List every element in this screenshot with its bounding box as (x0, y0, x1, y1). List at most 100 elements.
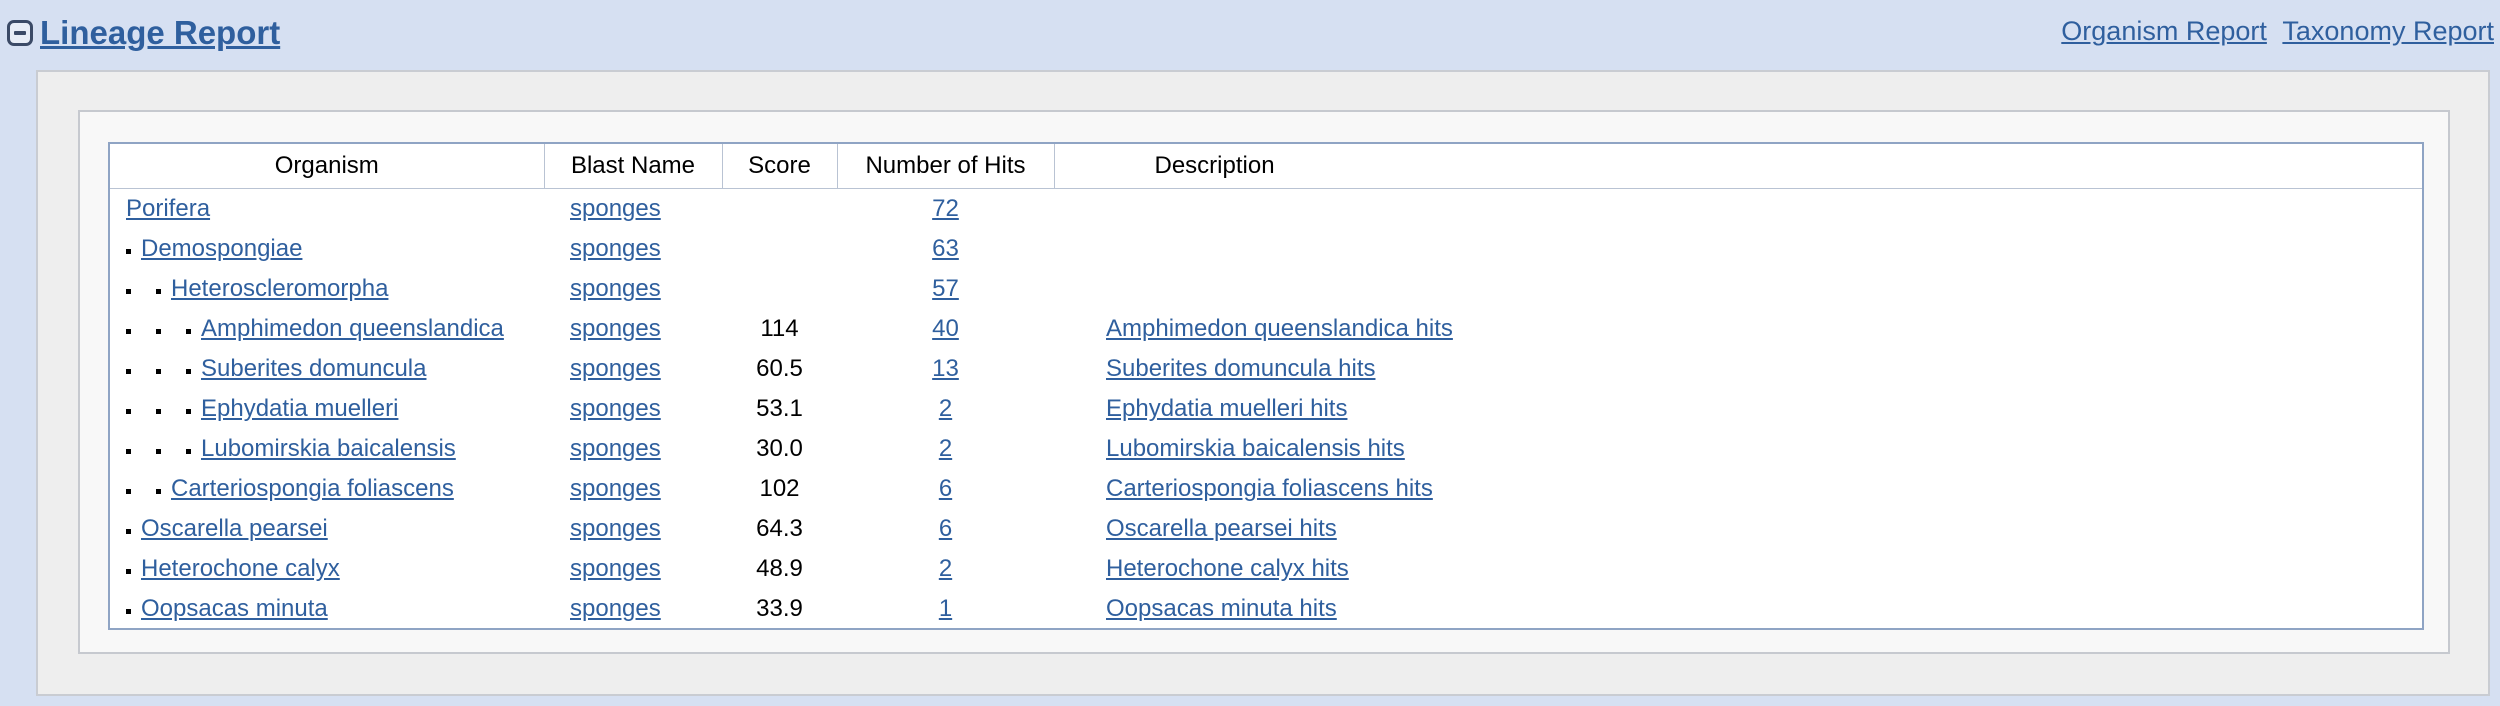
blast-name-link[interactable]: sponges (570, 475, 661, 502)
organism-cell: Demospongiae (110, 229, 544, 269)
organism-cell: Oopsacas minuta (110, 589, 544, 629)
organism-link[interactable]: Suberites domuncula (201, 355, 426, 382)
description-link[interactable]: Ephydatia muelleri hits (1106, 395, 1347, 422)
organism-cell: Ephydatia muelleri (110, 389, 544, 429)
taxonomy-report-link[interactable]: Taxonomy Report (2282, 16, 2494, 46)
blast-name-cell: sponges (544, 589, 722, 629)
hits-link[interactable]: 6 (939, 515, 952, 542)
table-row: Lubomirskia baicalensis sponges 30.0 2 Lubom… (110, 429, 2422, 469)
tree-bullet-icon (156, 329, 161, 335)
hits-link[interactable]: 13 (932, 355, 959, 382)
description-link[interactable]: Amphimedon queenslandica hits (1106, 315, 1453, 342)
description-cell (1054, 189, 2422, 230)
organism-report-link[interactable]: Organism Report (2061, 16, 2267, 46)
description-link[interactable]: Heterochone calyx hits (1106, 555, 1349, 582)
organism-link[interactable]: Ephydatia muelleri (201, 395, 398, 422)
score-cell: 114 (760, 315, 799, 342)
blast-name-cell: sponges (544, 429, 722, 469)
description-cell: Amphimedon queenslandica hits (1054, 309, 2422, 349)
table-row: Suberites domuncula sponges 60.5 13 Suberite… (110, 349, 2422, 389)
score-cell: 53.1 (756, 395, 803, 422)
score-cell: 102 (759, 475, 800, 502)
blast-name-cell: sponges (544, 469, 722, 509)
organism-link[interactable]: Amphimedon queenslandica (201, 315, 504, 342)
blast-name-link[interactable]: sponges (570, 435, 661, 462)
score-cell: 30.0 (756, 435, 803, 462)
column-header-score: Score (722, 144, 838, 189)
score-cell (722, 229, 837, 269)
organism-link[interactable]: Demospongiae (141, 235, 302, 262)
blast-name-link[interactable]: sponges (570, 275, 661, 302)
organism-link[interactable]: Oscarella pearsei (141, 515, 328, 542)
tree-bullet-icon (156, 489, 161, 495)
page-title-link[interactable]: Lineage Report (40, 14, 280, 52)
blast-name-link[interactable]: sponges (570, 355, 661, 382)
hits-link[interactable]: 57 (932, 275, 959, 302)
hits-link[interactable]: 63 (932, 235, 959, 262)
hits-link[interactable]: 2 (939, 395, 952, 422)
hits-cell: 2 (837, 549, 1054, 589)
table-row: Oopsacas minuta sponges 33.9 1 Oopsacas minu… (110, 589, 2422, 629)
hits-link[interactable]: 40 (932, 315, 959, 342)
description-cell (1054, 229, 2422, 269)
blast-name-link[interactable]: sponges (570, 515, 661, 542)
blast-name-link[interactable]: sponges (570, 555, 661, 582)
organism-cell: Porifera (110, 189, 544, 230)
organism-link[interactable]: Porifera (126, 195, 210, 222)
description-cell: Carteriospongia foliascens hits (1054, 469, 2422, 509)
tree-bullet-icon (156, 449, 161, 455)
organism-link[interactable]: Lubomirskia baicalensis (201, 435, 456, 462)
description-link[interactable]: Oopsacas minuta hits (1106, 595, 1337, 622)
score-cell: 48.9 (756, 555, 803, 582)
score-cell: 60.5 (756, 355, 803, 382)
blast-name-link[interactable]: sponges (570, 235, 661, 262)
blast-name-link[interactable]: sponges (570, 595, 661, 622)
blast-name-cell: sponges (544, 309, 722, 349)
description-link[interactable]: Lubomirskia baicalensis hits (1106, 435, 1405, 462)
column-header-blast-name: Blast Name (544, 144, 723, 189)
hits-cell: 2 (837, 389, 1054, 429)
tree-bullet-icon (186, 409, 191, 415)
organism-link[interactable]: Heterochone calyx (141, 555, 340, 582)
score-cell (722, 269, 837, 309)
score-cell: 33.9 (756, 595, 803, 622)
tree-bullet-icon (126, 489, 131, 495)
hits-link[interactable]: 2 (939, 435, 952, 462)
hits-link[interactable]: 72 (932, 195, 959, 222)
tree-bullet-icon (126, 369, 131, 375)
blast-name-link[interactable]: sponges (570, 315, 661, 342)
description-cell: Oscarella pearsei hits (1054, 509, 2422, 549)
blast-name-link[interactable]: sponges (570, 195, 661, 222)
hits-cell: 6 (837, 469, 1054, 509)
hits-link[interactable]: 2 (939, 555, 952, 582)
hits-cell: 6 (837, 509, 1054, 549)
lineage-table-body: Porifera sponges 72 Demospongiae sponges 63 He… (110, 189, 2422, 630)
description-link[interactable]: Oscarella pearsei hits (1106, 515, 1337, 542)
tree-bullet-icon (156, 369, 161, 375)
hits-cell: 57 (837, 269, 1054, 309)
table-header-row: Organism Blast Name Score Number of Hits… (110, 144, 2422, 189)
description-cell: Suberites domuncula hits (1054, 349, 2422, 389)
tree-bullet-icon (126, 569, 131, 575)
report-header: Lineage Report Organism Report Taxonomy … (0, 0, 2500, 70)
blast-name-link[interactable]: sponges (570, 395, 661, 422)
description-link[interactable]: Suberites domuncula hits (1106, 355, 1375, 382)
organism-cell: Heteroscleromorpha (110, 269, 544, 309)
description-cell: Ephydatia muelleri hits (1054, 389, 2422, 429)
report-panel: Organism Blast Name Score Number of Hits… (36, 70, 2490, 696)
organism-link[interactable]: Carteriospongia foliascens (171, 475, 454, 502)
tree-bullet-icon (186, 369, 191, 375)
organism-link[interactable]: Heteroscleromorpha (171, 275, 388, 302)
description-cell: Heterochone calyx hits (1054, 549, 2422, 589)
column-header-hits: Number of Hits (837, 144, 1055, 189)
collapse-minus-icon[interactable] (7, 20, 33, 46)
hits-link[interactable]: 6 (939, 475, 952, 502)
organism-cell: Amphimedon queenslandica (110, 309, 544, 349)
description-link[interactable]: Carteriospongia foliascens hits (1106, 475, 1433, 502)
hits-link[interactable]: 1 (939, 595, 952, 622)
table-row: Porifera sponges 72 (110, 189, 2422, 230)
organism-cell: Lubomirskia baicalensis (110, 429, 544, 469)
column-header-description-label: Description (1154, 152, 1275, 179)
table-row: Carteriospongia foliascens sponges 102 6 Car… (110, 469, 2422, 509)
organism-link[interactable]: Oopsacas minuta (141, 595, 328, 622)
